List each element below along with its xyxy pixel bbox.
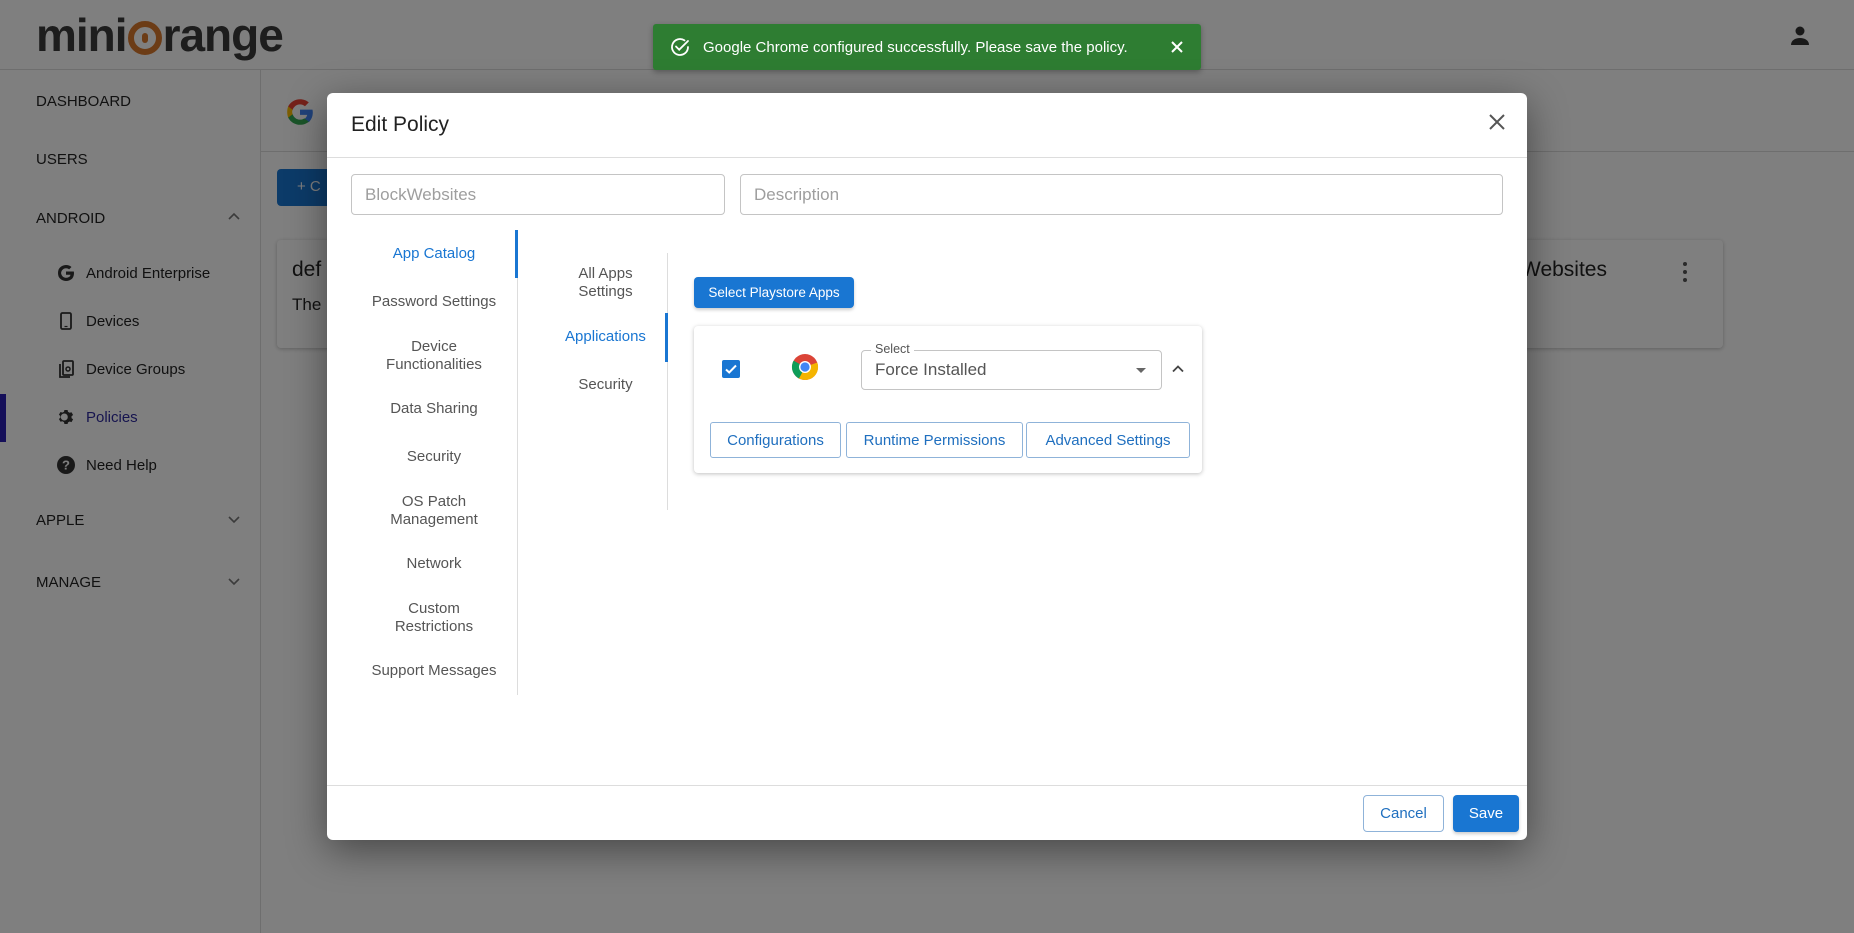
tab-os-patch-management[interactable]: OS Patch Management: [351, 493, 517, 529]
policy-description-input[interactable]: [740, 174, 1503, 215]
app-catalog-subtabs: All Apps Settings Applications Security: [545, 253, 668, 510]
check-circle-icon: [671, 38, 689, 56]
advanced-settings-button[interactable]: Advanced Settings: [1026, 422, 1190, 458]
configurations-button[interactable]: Configurations: [710, 422, 841, 458]
policy-category-tabs: App Catalog Password Settings Device Fun…: [351, 230, 518, 695]
toast-message: Google Chrome configured successfully. P…: [703, 38, 1128, 56]
tab-custom-restrictions[interactable]: Custom Restrictions: [351, 600, 517, 636]
app-entry-card: Select Force Installed Configurations Ru…: [694, 326, 1202, 473]
select-value: Force Installed: [875, 360, 987, 379]
check-icon: [725, 364, 737, 374]
subtab-security[interactable]: Security: [545, 376, 666, 394]
select-playstore-apps-button[interactable]: Select Playstore Apps: [694, 277, 854, 308]
subtab-all-apps-settings[interactable]: All Apps Settings: [545, 265, 666, 301]
select-label: Select: [871, 342, 914, 356]
google-chrome-icon: [791, 354, 819, 381]
close-icon[interactable]: [1487, 112, 1507, 132]
policy-name-input[interactable]: [351, 174, 725, 215]
cancel-button[interactable]: Cancel: [1363, 795, 1444, 832]
runtime-permissions-button[interactable]: Runtime Permissions: [846, 422, 1023, 458]
edit-policy-dialog: Edit Policy App Catalog Password Setting…: [327, 93, 1527, 840]
save-button[interactable]: Save: [1453, 795, 1519, 832]
success-toast: Google Chrome configured successfully. P…: [653, 24, 1201, 70]
tab-security[interactable]: Security: [351, 448, 517, 466]
close-icon[interactable]: [1169, 39, 1185, 55]
dropdown-arrow-icon: [1136, 368, 1146, 373]
install-type-select[interactable]: Select Force Installed: [861, 342, 1162, 390]
tab-device-functionalities[interactable]: Device Functionalities: [351, 338, 517, 374]
tab-app-catalog[interactable]: App Catalog: [351, 245, 517, 263]
tab-data-sharing[interactable]: Data Sharing: [351, 400, 517, 418]
chevron-up-icon[interactable]: [1170, 361, 1186, 377]
divider: [327, 157, 1527, 158]
dialog-title: Edit Policy: [351, 113, 450, 136]
tab-password-settings[interactable]: Password Settings: [351, 293, 517, 311]
tab-support-messages[interactable]: Support Messages: [351, 662, 517, 680]
app-select-checkbox[interactable]: [722, 360, 740, 378]
tab-network[interactable]: Network: [351, 555, 517, 573]
divider: [327, 785, 1527, 786]
subtab-applications[interactable]: Applications: [545, 328, 666, 346]
